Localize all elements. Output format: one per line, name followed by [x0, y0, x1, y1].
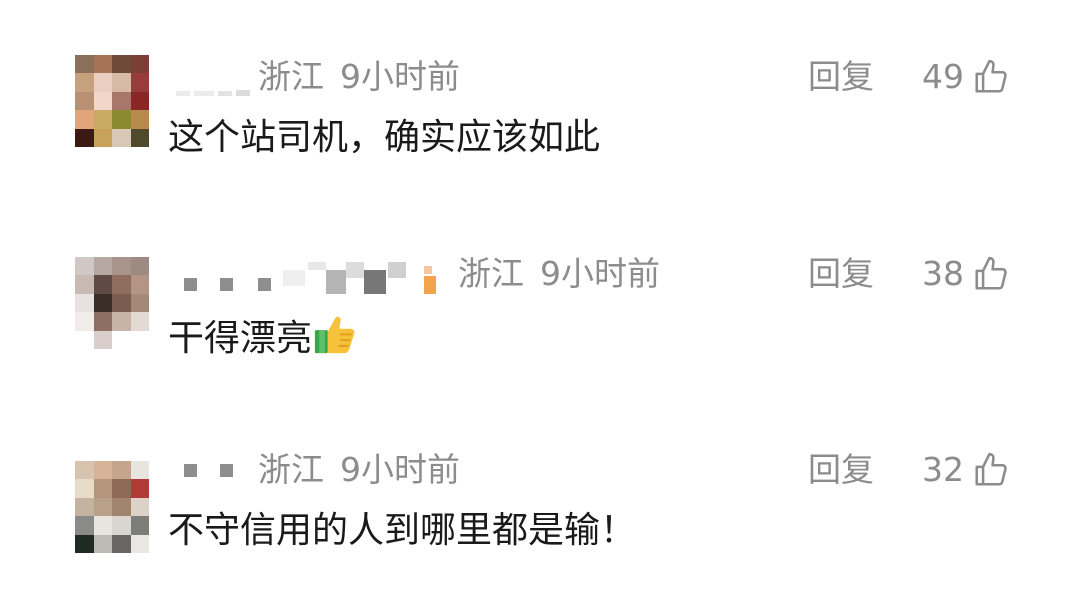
avatar-pixel [130, 128, 149, 147]
avatar-pixel [75, 73, 94, 92]
avatar-pixel [130, 91, 149, 111]
comment-text-content: 干得漂亮 [168, 318, 313, 359]
avatar-pixel [75, 91, 94, 111]
avatar-pixel [75, 497, 94, 517]
blurred-name [184, 464, 233, 477]
comment-meta: 浙江 9小时前 [168, 252, 660, 296]
time-label: 9小时前 [540, 254, 660, 293]
avatar-pixel [93, 55, 112, 74]
avatar-pixel [75, 330, 94, 349]
avatar-pixel [130, 257, 149, 276]
avatar-pixel [93, 128, 112, 147]
like-count: 38 [922, 254, 964, 293]
avatar-pixel [93, 312, 112, 331]
avatar-pixel [75, 461, 94, 480]
avatar-pixel [130, 461, 149, 480]
avatar-pixel [93, 91, 112, 111]
avatar-pixel [130, 73, 149, 92]
region-label: 浙江 [258, 450, 324, 489]
comment-item: 浙江 9小时前 回复 49 这个站司机，确实应该如此 [0, 55, 1080, 205]
time-label: 9小时前 [340, 450, 460, 489]
avatar[interactable] [75, 461, 149, 553]
avatar-pixel [112, 91, 131, 111]
like-count: 49 [922, 57, 964, 96]
avatar-pixel [130, 479, 149, 498]
avatar-pixel [112, 257, 131, 276]
avatar-pixel [112, 110, 131, 129]
like-button[interactable]: 38 [922, 252, 1010, 296]
avatar-pixel [75, 55, 94, 74]
avatar-pixel [112, 461, 131, 480]
blurred-name [184, 262, 436, 294]
avatar-pixel [112, 497, 131, 517]
reply-button[interactable]: 回复 [808, 55, 874, 99]
avatar-pixel [93, 293, 112, 313]
avatar-pixel [75, 516, 94, 535]
avatar[interactable] [75, 55, 149, 147]
avatar-pixel [93, 497, 112, 517]
avatar-pixel [75, 275, 94, 294]
avatar-pixel [75, 534, 94, 553]
avatar-pixel [130, 110, 149, 129]
username-blurred[interactable] [168, 252, 458, 296]
avatar-pixel [130, 312, 149, 331]
reply-button[interactable]: 回复 [808, 252, 874, 296]
avatar-pixel [130, 293, 149, 313]
comment-meta: 浙江 9小时前 [168, 448, 460, 492]
comment-item: 浙江 9小时前 回复 32 不守信用的人到哪里都是输！ [0, 448, 1080, 598]
avatar-pixel [112, 55, 131, 74]
avatar-pixel [112, 330, 131, 349]
avatar-pixel [75, 257, 94, 276]
avatar-pixel [93, 516, 112, 535]
avatar-pixel [93, 534, 112, 553]
avatar-pixel [93, 479, 112, 498]
avatar-pixel [75, 110, 94, 129]
comment-text: 这个站司机，确实应该如此 [168, 117, 601, 158]
avatar-pixel [112, 275, 131, 294]
avatar-pixel [93, 257, 112, 276]
like-button[interactable]: 32 [922, 448, 1010, 492]
avatar-pixel [112, 479, 131, 498]
time-label: 9小时前 [340, 57, 460, 96]
avatar-pixel [93, 275, 112, 294]
comment-meta: 浙江 9小时前 [168, 55, 460, 99]
region-label: 浙江 [458, 254, 524, 293]
avatar-pixel [130, 330, 149, 349]
region-label: 浙江 [258, 57, 324, 96]
avatar-pixel [93, 110, 112, 129]
comment-text: 不守信用的人到哪里都是输！ [168, 510, 637, 551]
thumbs-up-outline-icon [975, 59, 1007, 93]
avatar-pixel [112, 534, 131, 553]
reply-button[interactable]: 回复 [808, 448, 874, 492]
avatar-pixel [112, 293, 131, 313]
username-blurred[interactable] [168, 448, 258, 492]
avatar-pixel [75, 312, 94, 331]
thumbs-up-outline-icon [975, 452, 1007, 486]
avatar-pixel [93, 73, 112, 92]
comment-text: 干得漂亮 [168, 310, 358, 364]
comment-item: 浙江 9小时前 回复 38 干得漂亮 [0, 252, 1080, 402]
like-count: 32 [922, 450, 964, 489]
avatar-pixel [75, 293, 94, 313]
avatar-pixel [112, 128, 131, 147]
avatar-pixel [93, 461, 112, 480]
avatar-pixel [112, 516, 131, 535]
avatar-pixel [112, 312, 131, 331]
avatar-pixel [130, 534, 149, 553]
avatar-pixel [75, 128, 94, 147]
username-blurred[interactable] [168, 55, 258, 99]
avatar-pixel [93, 330, 112, 349]
avatar[interactable] [75, 257, 149, 349]
thumbs-up-outline-icon [975, 256, 1007, 290]
avatar-pixel [130, 55, 149, 74]
avatar-pixel [130, 516, 149, 535]
thumbs-up-emoji-icon [314, 316, 355, 354]
avatar-pixel [75, 479, 94, 498]
avatar-pixel [130, 275, 149, 294]
blurred-name [176, 90, 250, 96]
avatar-pixel [112, 73, 131, 92]
avatar-pixel [130, 497, 149, 517]
like-button[interactable]: 49 [922, 55, 1010, 99]
